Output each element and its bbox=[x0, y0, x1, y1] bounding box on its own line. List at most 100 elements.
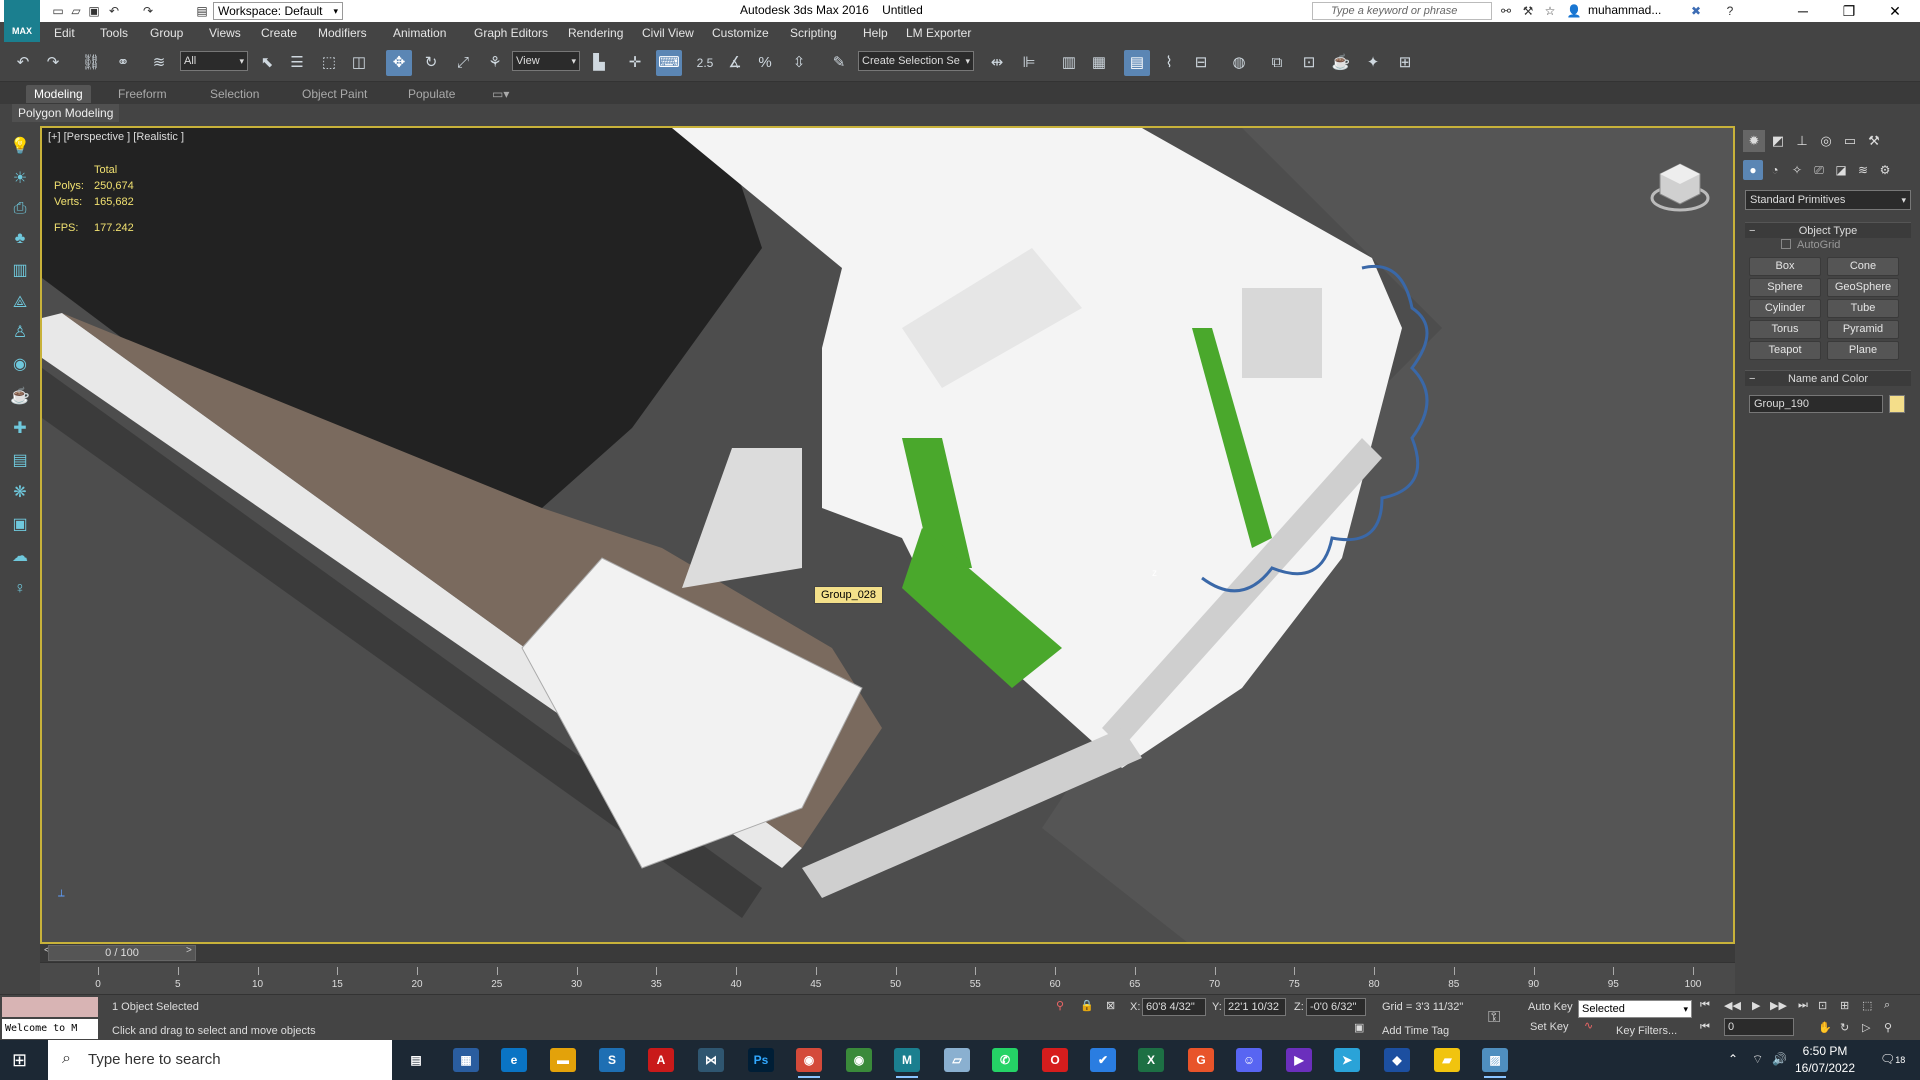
whatsapp-icon[interactable]: ✆ bbox=[992, 1048, 1018, 1072]
pan-icon[interactable]: ✋ bbox=[1818, 1021, 1832, 1034]
zoom-icon[interactable]: ⌕ bbox=[1884, 999, 1890, 1012]
figure-icon[interactable]: ♀ bbox=[7, 576, 33, 602]
pyramid-button[interactable]: Pyramid bbox=[1827, 320, 1899, 339]
select-and-move-icon[interactable]: ✥ bbox=[386, 50, 412, 76]
cylinder-button[interactable]: Cylinder bbox=[1749, 299, 1821, 318]
next-frame-arrow[interactable]: > bbox=[186, 945, 192, 956]
render-production-icon[interactable]: ☕ bbox=[1328, 50, 1354, 76]
subscription-icon[interactable]: ⚒ bbox=[1520, 2, 1536, 20]
tab-freeform[interactable]: Freeform bbox=[110, 85, 175, 103]
time-slider-thumb[interactable]: 0 / 100 bbox=[48, 945, 196, 961]
calculator-icon[interactable]: ▦ bbox=[453, 1048, 479, 1072]
walk-through-icon[interactable]: ⚲ bbox=[1884, 1021, 1892, 1034]
motion-tab-icon[interactable]: ◎ bbox=[1815, 130, 1837, 152]
align-icon[interactable]: ⊫ bbox=[1016, 50, 1042, 76]
edit-named-selection-icon[interactable]: ✎ bbox=[826, 50, 852, 76]
edge-icon[interactable]: e bbox=[501, 1048, 527, 1072]
hierarchy-tab-icon[interactable]: ⊥ bbox=[1791, 130, 1813, 152]
field-of-view-icon[interactable]: ▷ bbox=[1862, 1021, 1870, 1034]
person-icon[interactable]: ♙ bbox=[7, 320, 33, 346]
next-frame-icon[interactable]: ▶▶ bbox=[1770, 999, 1787, 1012]
maximize-button[interactable]: ❐ bbox=[1826, 0, 1872, 22]
space-warps-icon[interactable]: ≋ bbox=[1853, 160, 1873, 180]
track-bar[interactable]: 0 5 10 15 20 25 30 35 40 45 50 55 60 65 70 75 80 85 90 95 10… bbox=[40, 962, 1735, 994]
sphere-icon[interactable]: ◉ bbox=[7, 352, 33, 378]
menu-tools[interactable]: Tools bbox=[100, 26, 128, 40]
keyboard-shortcut-override-icon[interactable]: ⌨ bbox=[656, 50, 682, 76]
helpers-icon[interactable]: ◪ bbox=[1831, 160, 1851, 180]
select-manipulate-icon[interactable]: ✛ bbox=[622, 50, 648, 76]
wifi-icon[interactable]: ⌔ bbox=[1752, 1052, 1763, 1067]
layer-manager-icon[interactable]: ▦ bbox=[1086, 50, 1112, 76]
file-explorer-icon[interactable]: ▬ bbox=[550, 1048, 576, 1072]
taskbar-search-input[interactable]: Type here to search bbox=[48, 1040, 392, 1080]
cone-button[interactable]: Cone bbox=[1827, 257, 1899, 276]
utilities-tab-icon[interactable]: ⚒ bbox=[1863, 130, 1885, 152]
menu-rendering[interactable]: Rendering bbox=[568, 26, 623, 40]
network-app-icon[interactable]: ⋈ bbox=[698, 1048, 724, 1072]
render-iterative-icon[interactable]: ✦ bbox=[1360, 50, 1386, 76]
tube-button[interactable]: Tube bbox=[1827, 299, 1899, 318]
absolute-mode-icon[interactable]: ⊠ bbox=[1106, 999, 1115, 1012]
notes-icon[interactable]: ▱ bbox=[944, 1048, 970, 1072]
key-icon[interactable]: ⚿ bbox=[1488, 1009, 1500, 1027]
sphere-button[interactable]: Sphere bbox=[1749, 278, 1821, 297]
chrome-icon[interactable]: ◉ bbox=[796, 1048, 822, 1078]
snaps-toggle-icon[interactable]: 2.5 bbox=[692, 50, 718, 76]
orbit-icon[interactable]: ↻ bbox=[1840, 1021, 1849, 1034]
window-crossing-icon[interactable]: ◫ bbox=[346, 50, 372, 76]
cube-app-icon[interactable]: ◆ bbox=[1384, 1048, 1410, 1072]
material-editor-icon[interactable]: ◍ bbox=[1226, 50, 1252, 76]
perspective-viewport[interactable]: [+] [Perspective ] [Realistic ] Total Po… bbox=[40, 126, 1735, 944]
modify-tab-icon[interactable]: ◩ bbox=[1767, 130, 1789, 152]
unlink-icon[interactable]: ⚭ bbox=[110, 50, 136, 76]
select-and-scale-icon[interactable]: ⤢ bbox=[450, 50, 476, 76]
key-mode-toggle-icon[interactable]: ⏮ bbox=[1700, 1021, 1710, 1034]
schematic-view-icon[interactable]: ⊟ bbox=[1188, 50, 1214, 76]
lights-icon[interactable]: ✧ bbox=[1787, 160, 1807, 180]
tab-populate[interactable]: Populate bbox=[400, 85, 463, 103]
notifications-icon[interactable]: 🗨18 bbox=[1880, 1052, 1905, 1066]
project-folder-icon[interactable]: ▤ bbox=[194, 2, 210, 20]
bind-space-warp-icon[interactable]: ≋ bbox=[146, 50, 172, 76]
cloud-icon[interactable]: ☁ bbox=[7, 544, 33, 570]
y-coordinate-field[interactable]: 22'1 10/32 bbox=[1224, 998, 1286, 1016]
move-icon[interactable]: ✚ bbox=[7, 416, 33, 442]
menu-scripting[interactable]: Scripting bbox=[790, 26, 837, 40]
key-set-dropdown[interactable]: Selected ▾ bbox=[1578, 1000, 1692, 1018]
taskbar-clock[interactable]: 6:50 PM 16/07/2022 bbox=[1790, 1043, 1860, 1077]
primitive-type-dropdown[interactable]: Standard Primitives ▾ bbox=[1745, 190, 1911, 210]
tab-modeling[interactable]: Modeling bbox=[26, 85, 91, 103]
select-and-rotate-icon[interactable]: ↻ bbox=[418, 50, 444, 76]
chrome-profile-icon[interactable]: ◉ bbox=[846, 1048, 872, 1072]
a360-render-icon[interactable]: ⊞ bbox=[1392, 50, 1418, 76]
maximize-viewport-icon[interactable]: ⬚ bbox=[1862, 999, 1872, 1012]
sun-icon[interactable]: ☀ bbox=[7, 166, 33, 192]
book-icon[interactable]: ▥ bbox=[7, 258, 33, 284]
box-button[interactable]: Box bbox=[1749, 257, 1821, 276]
menu-customize[interactable]: Customize bbox=[712, 26, 769, 40]
favorites-star-icon[interactable]: ☆ bbox=[1542, 2, 1558, 20]
autogrid-checkbox[interactable]: AutoGrid bbox=[1781, 239, 1840, 251]
sketchup-icon[interactable]: S bbox=[599, 1048, 625, 1072]
zoom-extents-icon[interactable]: ⊡ bbox=[1818, 999, 1827, 1012]
menu-animation[interactable]: Animation bbox=[393, 26, 446, 40]
geometry-icon[interactable]: ● bbox=[1743, 160, 1763, 180]
geometry-icon[interactable]: ⟁ bbox=[7, 290, 33, 316]
go-to-start-icon[interactable]: ⏮ bbox=[1700, 999, 1710, 1012]
panel-icon[interactable]: ▤ bbox=[7, 448, 33, 474]
mirror-icon[interactable]: ⇹ bbox=[984, 50, 1010, 76]
volume-icon[interactable]: 🔊 bbox=[1772, 1052, 1787, 1066]
key-filters-button[interactable]: Key Filters... bbox=[1616, 1025, 1677, 1037]
curve-editor-icon[interactable]: ⌇ bbox=[1156, 50, 1182, 76]
telegram-icon[interactable]: ➤ bbox=[1334, 1048, 1360, 1072]
workspace-selector[interactable]: Workspace: Default ▾ bbox=[213, 2, 343, 20]
name-and-color-rollout[interactable]: − Name and Color bbox=[1745, 370, 1911, 386]
isolate-icon[interactable]: ⚲ bbox=[1056, 999, 1064, 1012]
autocad-icon[interactable]: A bbox=[648, 1048, 674, 1072]
help-icon[interactable]: ? bbox=[1722, 2, 1738, 20]
z-coordinate-field[interactable]: -0'0 6/32" bbox=[1306, 998, 1366, 1016]
selection-filter-dropdown[interactable]: All ▾ bbox=[180, 51, 248, 71]
go-to-end-icon[interactable]: ⏭ bbox=[1798, 999, 1808, 1012]
menu-graph-editors[interactable]: Graph Editors bbox=[474, 26, 548, 40]
